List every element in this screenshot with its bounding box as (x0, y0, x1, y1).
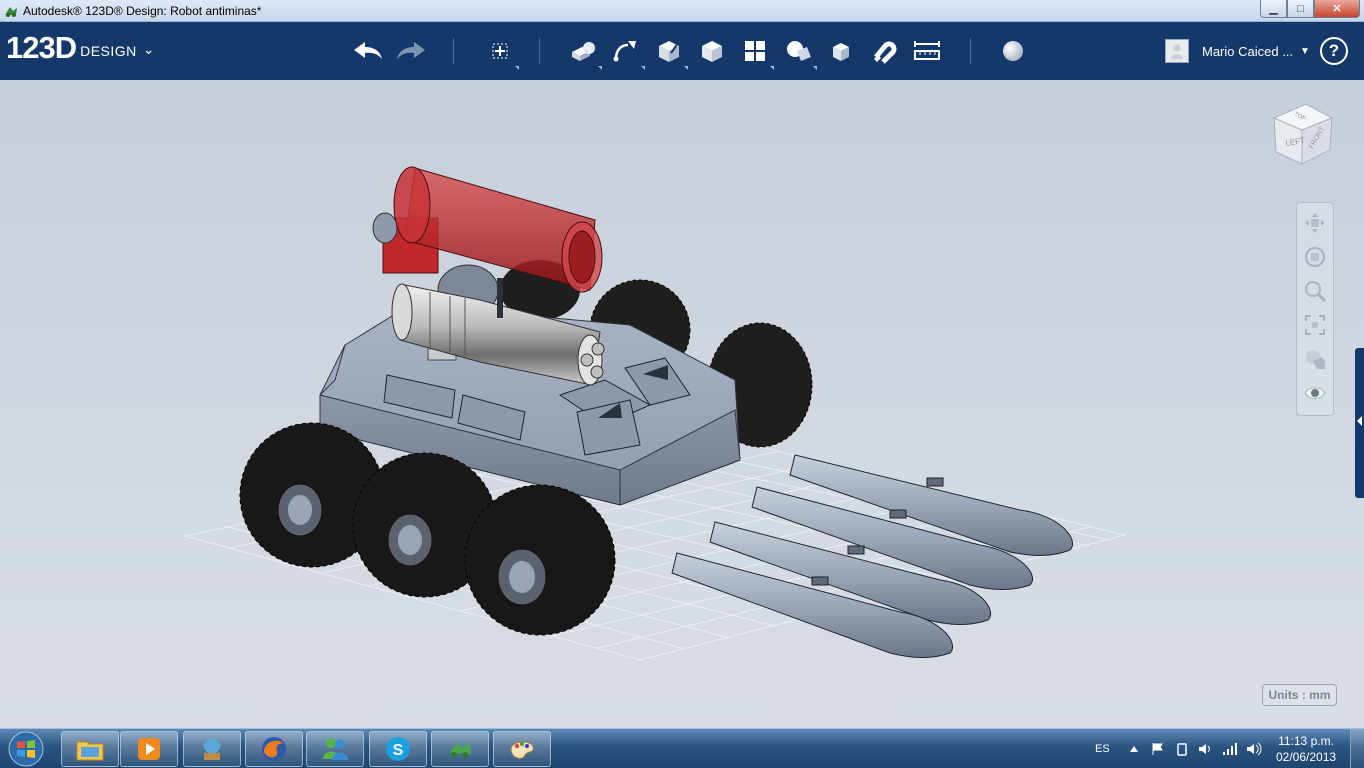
toolbar-separator (539, 38, 540, 64)
material-icon[interactable] (996, 34, 1030, 68)
volume-icon[interactable] (1198, 741, 1214, 757)
language-indicator[interactable]: ES (1095, 743, 1110, 755)
show-desktop-button[interactable] (1350, 729, 1364, 768)
speaker-icon[interactable] (1246, 741, 1262, 757)
paint-icon (510, 741, 534, 759)
pan-icon[interactable] (1301, 209, 1329, 237)
taskbar-media-player[interactable] (120, 731, 178, 767)
action-center-flag-icon[interactable] (1150, 741, 1166, 757)
windows-taskbar: S ES 11:13 p.m. 02/06/2013 (0, 728, 1364, 768)
maximize-button[interactable]: □ (1287, 0, 1314, 18)
combine-icon[interactable] (824, 34, 858, 68)
logo-number: 123D (6, 30, 77, 65)
taskbar-messenger[interactable] (306, 731, 364, 767)
orbit-icon[interactable] (1301, 243, 1329, 271)
redo-icon[interactable] (394, 34, 428, 68)
navigation-bar (1296, 202, 1334, 416)
clock[interactable]: 11:13 p.m. 02/06/2013 (1276, 733, 1336, 765)
user-name: Mario Caiced ... (1202, 43, 1294, 59)
main-toolbar: 123D DESIGN ⌄ Mario Caiced ... ▼ ? (0, 22, 1364, 80)
taskbar-paint[interactable] (493, 731, 551, 767)
taskbar-firefox[interactable] (245, 731, 303, 767)
construct-icon[interactable] (652, 34, 688, 70)
undo-icon[interactable] (351, 34, 385, 68)
network-signal-icon[interactable] (1222, 741, 1238, 757)
show-hidden-icons-icon[interactable] (1126, 741, 1142, 757)
messenger-icon (323, 738, 348, 760)
grouping-icon[interactable] (781, 34, 817, 70)
view-style-icon[interactable] (1301, 345, 1329, 373)
snap-icon[interactable] (867, 34, 901, 68)
model-scene (184, 166, 1126, 661)
clock-date: 02/06/2013 (1276, 750, 1337, 764)
chevron-down-icon: ⌄ (142, 41, 155, 57)
clock-time: 11:13 p.m. (1278, 734, 1334, 748)
123d-icon (449, 742, 471, 758)
avatar (1165, 39, 1189, 63)
skype-icon: S (386, 737, 410, 761)
start-button[interactable] (4, 730, 48, 768)
pattern-icon[interactable] (738, 34, 774, 70)
transform-icon[interactable] (483, 34, 519, 70)
user-account-menu[interactable]: Mario Caiced ... ▼ (1165, 35, 1310, 67)
taskbar-skype[interactable]: S (369, 731, 427, 767)
app-menu-logo[interactable]: 123D DESIGN ⌄ (6, 32, 155, 64)
app-icon (3, 3, 19, 19)
minimize-button[interactable]: ▁ (1260, 0, 1287, 18)
side-panel-toggle[interactable] (1355, 348, 1364, 498)
toolbar-separator (453, 38, 454, 64)
zoom-icon[interactable] (1301, 277, 1329, 305)
3d-viewport[interactable]: LEFT FRONT TOP Units : mm (0, 80, 1364, 728)
wheel (464, 484, 616, 636)
toolbar-separator (970, 38, 971, 64)
visibility-icon[interactable] (1301, 379, 1329, 407)
help-button[interactable]: ? (1320, 37, 1348, 65)
taskbar-123d[interactable] (431, 731, 489, 767)
close-button[interactable]: ✕ (1314, 0, 1360, 18)
taskbar-explorer[interactable] (61, 731, 119, 767)
window-title: Autodesk® 123D® Design: Robot antiminas* (23, 3, 262, 18)
explorer-icon (76, 741, 104, 761)
caret-down-icon: ▼ (1300, 45, 1310, 57)
primitives-icon[interactable] (566, 34, 602, 70)
media-player-icon (138, 738, 160, 760)
system-tray: ES (1095, 729, 1270, 768)
firefox-icon (262, 737, 286, 761)
sketch-icon[interactable] (609, 34, 645, 70)
fit-icon[interactable] (1301, 311, 1329, 339)
chevron-left-icon (1357, 416, 1362, 426)
network-icon (204, 738, 220, 760)
measure-icon[interactable] (910, 34, 944, 68)
units-indicator[interactable]: Units : mm (1262, 684, 1337, 706)
modify-icon[interactable] (695, 34, 729, 68)
missiles (671, 454, 1073, 658)
view-cube[interactable]: LEFT FRONT TOP (1266, 96, 1340, 170)
window-title-bar: Autodesk® 123D® Design: Robot antiminas*… (0, 0, 1364, 22)
logo-word: DESIGN (80, 43, 137, 59)
svg-text:S: S (393, 742, 404, 759)
taskbar-network[interactable] (183, 731, 241, 767)
device-icon[interactable] (1174, 741, 1190, 757)
